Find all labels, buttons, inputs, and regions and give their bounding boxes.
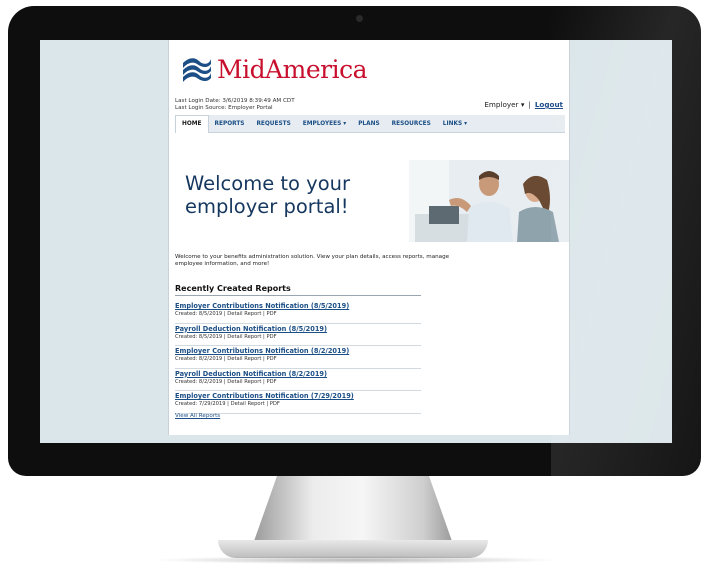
last-login-source: Last Login Source: Employer Portal xyxy=(175,105,273,111)
list-item: Employer Contributions Notification (8/5… xyxy=(175,301,421,324)
welcome-line-1: Welcome to your xyxy=(185,172,351,195)
list-item: Employer Contributions Notification (7/2… xyxy=(175,391,421,414)
floor-shadow xyxy=(150,556,560,564)
report-link[interactable]: Employer Contributions Notification (8/2… xyxy=(175,347,421,356)
nav-plans[interactable]: PLANS xyxy=(352,115,385,133)
report-link[interactable]: Employer Contributions Notification (7/2… xyxy=(175,392,421,401)
recent-reports-heading: Recently Created Reports xyxy=(175,284,421,296)
nav-employees[interactable]: EMPLOYEES ▾ xyxy=(297,115,352,133)
nav-home[interactable]: HOME xyxy=(175,114,209,133)
report-link[interactable]: Employer Contributions Notification (8/5… xyxy=(175,302,421,311)
monitor-bezel: MidAmerica Last Login Date: 3/6/2019 8:3… xyxy=(8,6,701,476)
monitor-scene: MidAmerica Last Login Date: 3/6/2019 8:3… xyxy=(0,0,703,567)
hero-photo xyxy=(409,160,569,242)
brand-name: MidAmerica xyxy=(217,54,368,84)
report-meta: Created: 8/5/2019 | Detail Report | PDF xyxy=(175,311,277,317)
office-people-illustration xyxy=(409,160,569,242)
report-link[interactable]: Payroll Deduction Notification (8/2/2019… xyxy=(175,370,421,379)
welcome-line-2: employer portal! xyxy=(185,195,349,218)
main-nav: HOME REPORTS REQUESTS EMPLOYEES ▾ PLANS … xyxy=(175,114,565,133)
report-meta: Created: 7/29/2019 | Detail Report | PDF xyxy=(175,401,280,408)
login-info: Last Login Date: 3/6/2019 8:39:49 AM CDT… xyxy=(175,98,295,112)
nav-reports[interactable]: REPORTS xyxy=(209,115,251,133)
chevron-down-icon: ▾ xyxy=(520,100,525,109)
nav-links[interactable]: LINKS ▾ xyxy=(437,115,473,133)
intro-text: Welcome to your benefits administration … xyxy=(175,254,450,268)
nav-resources[interactable]: RESOURCES xyxy=(386,115,437,133)
nav-requests[interactable]: REQUESTS xyxy=(250,115,296,133)
last-login-date: Last Login Date: 3/6/2019 8:39:49 AM CDT xyxy=(175,98,295,104)
report-meta: Created: 8/5/2019 | Detail Report | PDF xyxy=(175,333,277,340)
report-link[interactable]: Payroll Deduction Notification (8/5/2019… xyxy=(175,325,421,334)
separator: | xyxy=(528,100,531,109)
bezel-reflection xyxy=(551,6,701,476)
employer-dropdown-label: Employer xyxy=(484,100,519,109)
recent-reports-list: Employer Contributions Notification (8/5… xyxy=(175,301,421,414)
employer-portal-page: MidAmerica Last Login Date: 3/6/2019 8:3… xyxy=(168,40,570,435)
employer-dropdown[interactable]: Employer ▾ xyxy=(484,100,524,109)
wave-logo-icon xyxy=(183,58,211,82)
camera-icon xyxy=(356,15,363,22)
report-meta: Created: 8/2/2019 | Detail Report | PDF xyxy=(175,378,277,385)
view-all-reports-link[interactable]: View All Reports xyxy=(175,413,220,419)
report-meta: Created: 8/2/2019 | Detail Report | PDF xyxy=(175,356,277,363)
monitor-stand-neck xyxy=(253,476,453,544)
brand-logo[interactable]: MidAmerica xyxy=(181,54,368,84)
welcome-headline: Welcome to your employer portal! xyxy=(185,172,395,218)
list-item: Payroll Deduction Notification (8/5/2019… xyxy=(175,324,421,347)
list-item: Employer Contributions Notification (8/2… xyxy=(175,346,421,369)
list-item: Payroll Deduction Notification (8/2/2019… xyxy=(175,369,421,392)
